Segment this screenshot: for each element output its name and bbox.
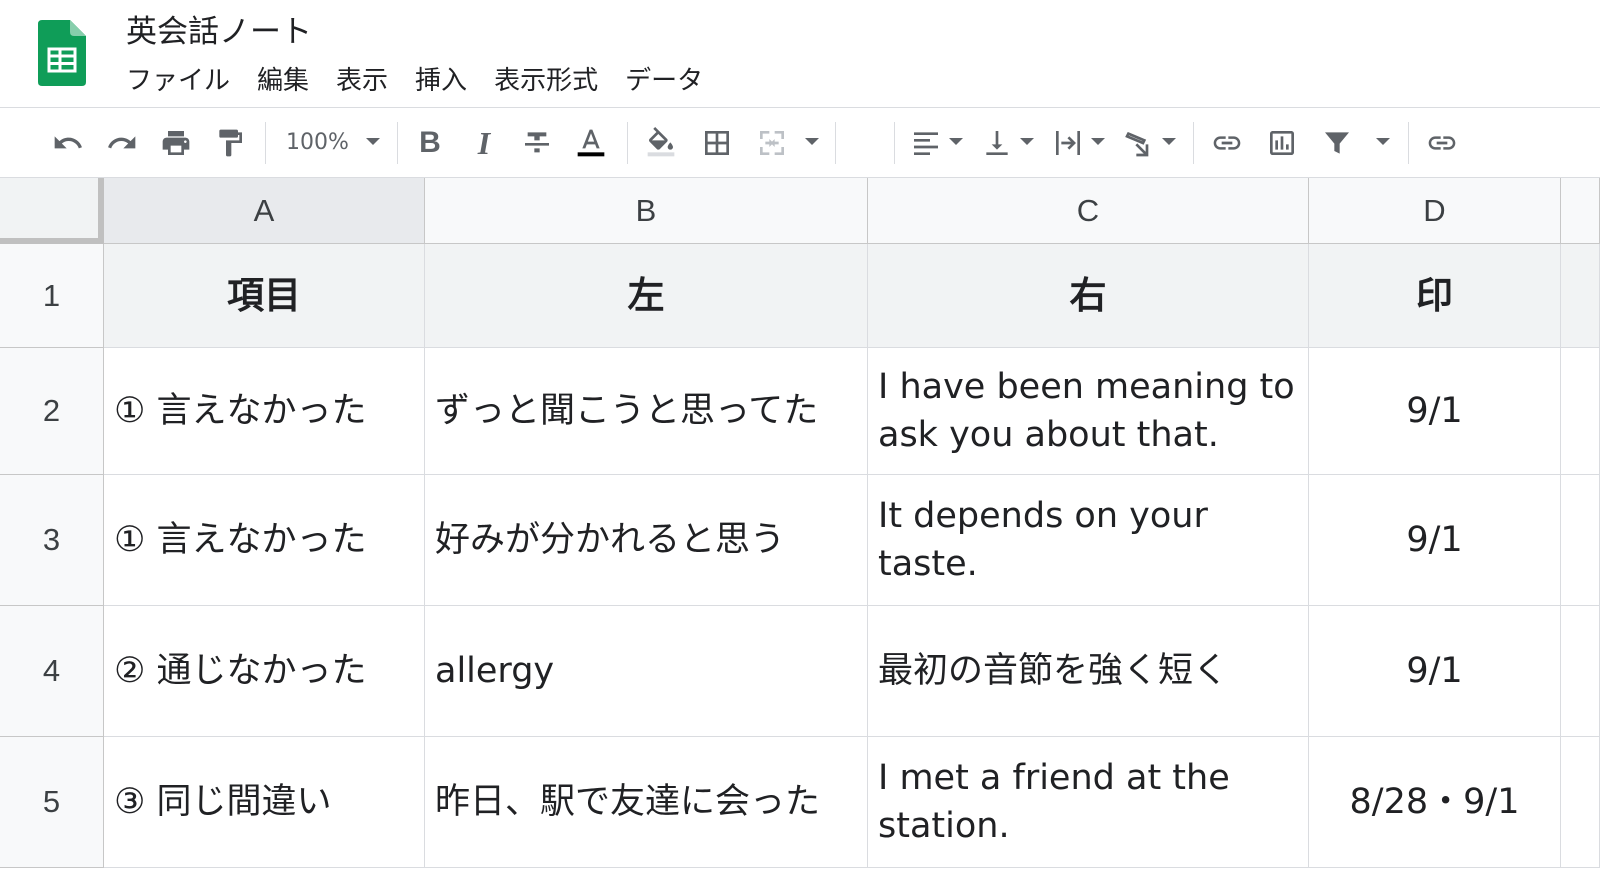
filter-dropdown-icon[interactable] [1376,138,1390,145]
toolbar-divider [627,122,628,164]
cell-e5[interactable] [1561,737,1600,868]
cell-b2[interactable]: ずっと聞こうと思ってた [425,348,868,475]
italic-icon[interactable]: I [464,123,504,163]
toolbar-divider [265,122,266,164]
vertical-align-icon[interactable] [977,123,1017,163]
cell-b3[interactable]: 好みが分かれると思う [425,475,868,606]
toolbar-divider [397,122,398,164]
insert-link-icon[interactable] [1207,123,1247,163]
cell-b4[interactable]: allergy [425,606,868,737]
toolbar-divider [894,122,895,164]
fill-color-icon[interactable] [641,123,681,163]
merge-cells-icon[interactable] [752,123,792,163]
text-wrapping-dropdown-icon[interactable] [1091,138,1105,145]
cell-c2[interactable]: I have been meaning to ask you about tha… [868,348,1309,475]
bold-icon[interactable]: B [410,123,450,163]
menu-edit[interactable]: 編集 [257,62,309,100]
cell-b1[interactable]: 左 [425,244,868,348]
cell-c5-text: I met a friend at the station. [878,758,1230,846]
undo-icon[interactable] [48,123,88,163]
menu-bar: ファイル 編集 表示 挿入 表示形式 データ [126,62,730,100]
borders-icon[interactable] [697,123,737,163]
cell-c5[interactable]: I met a friend at the station. [868,737,1309,868]
vertical-align-dropdown-icon[interactable] [1020,138,1034,145]
row-header-2[interactable]: 2 [0,348,104,475]
horizontal-align-icon[interactable] [906,123,946,163]
column-header-a[interactable]: A [104,178,425,244]
text-color-icon[interactable] [571,123,611,163]
row-header-3[interactable]: 3 [0,475,104,606]
column-header-e[interactable] [1561,178,1600,244]
paint-format-icon[interactable] [210,123,250,163]
toolbar-divider [1193,122,1194,164]
cell-a1[interactable]: 項目 [104,244,425,348]
menu-format[interactable]: 表示形式 [494,62,598,100]
toolbar-divider [1408,122,1409,164]
column-header-b[interactable]: B [425,178,868,244]
toolbar: 100% B I [0,108,1600,178]
merge-dropdown-icon[interactable] [805,138,819,145]
cell-a5[interactable]: ③ 同じ間違い [104,737,425,868]
print-icon[interactable] [156,123,196,163]
cell-d2[interactable]: 9/1 [1309,348,1561,475]
cell-e1[interactable] [1561,244,1600,348]
cell-e4[interactable] [1561,606,1600,737]
cell-a2[interactable]: ① 言えなかった [104,348,425,475]
cell-c2-text: I have been meaning to ask you about tha… [878,367,1295,455]
cell-c4[interactable]: 最初の音節を強く短く [868,606,1309,737]
cell-c3-text: It depends on your taste. [878,496,1208,584]
redo-icon[interactable] [102,123,142,163]
row-header-1[interactable]: 1 [0,244,104,348]
zoom-select[interactable]: 100% [286,128,349,158]
menu-file[interactable]: ファイル [126,62,230,100]
text-wrapping-icon[interactable] [1048,123,1088,163]
link-icon[interactable] [1422,123,1462,163]
cell-a3[interactable]: ① 言えなかった [104,475,425,606]
select-all-corner[interactable] [0,178,104,244]
cell-d1[interactable]: 印 [1309,244,1561,348]
strikethrough-icon[interactable] [517,123,557,163]
cell-d5[interactable]: 8/28・9/1 [1309,737,1561,868]
cell-b5[interactable]: 昨日、駅で友達に会った [425,737,868,868]
column-header-c[interactable]: C [868,178,1309,244]
toolbar-divider [835,122,836,164]
menu-insert[interactable]: 挿入 [415,62,467,100]
menu-data[interactable]: データ [625,62,703,100]
row-header-4[interactable]: 4 [0,606,104,737]
cell-e2[interactable] [1561,348,1600,475]
cell-e3[interactable] [1561,475,1600,606]
column-header-d[interactable]: D [1309,178,1561,244]
row-header-5[interactable]: 5 [0,737,104,868]
cell-c3[interactable]: It depends on your taste. [868,475,1309,606]
document-title[interactable]: 英会話ノート [126,10,312,54]
cell-a4[interactable]: ② 通じなかった [104,606,425,737]
zoom-dropdown-icon[interactable] [366,138,380,145]
sheets-logo-icon[interactable] [38,20,86,86]
menu-view[interactable]: 表示 [336,62,388,100]
filter-icon[interactable] [1317,123,1357,163]
title-bar: 英会話ノート ファイル 編集 表示 挿入 表示形式 データ [0,0,1600,108]
text-rotation-icon[interactable] [1119,123,1159,163]
insert-chart-icon[interactable] [1262,123,1302,163]
cell-d4[interactable]: 9/1 [1309,606,1561,737]
cell-c1[interactable]: 右 [868,244,1309,348]
horizontal-align-dropdown-icon[interactable] [949,138,963,145]
text-rotation-dropdown-icon[interactable] [1162,138,1176,145]
cell-d3[interactable]: 9/1 [1309,475,1561,606]
